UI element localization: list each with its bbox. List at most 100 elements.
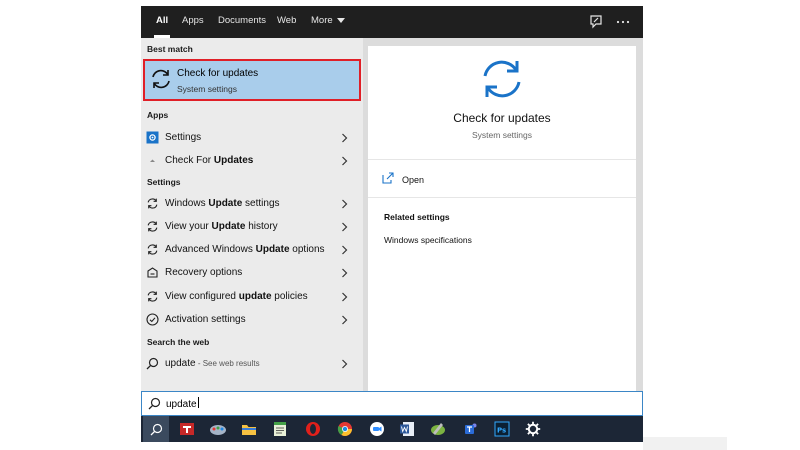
search-input[interactable]: update <box>166 397 199 410</box>
search-scope-bar: All Apps Documents Web More <box>141 6 643 38</box>
list-item-recovery-options[interactable]: Recovery options <box>141 262 363 284</box>
app-icon <box>431 423 445 435</box>
taskbar-word[interactable] <box>396 419 418 439</box>
chevron-right-icon[interactable] <box>341 359 348 369</box>
sync-icon <box>152 69 170 89</box>
taskbar-app-red[interactable] <box>176 419 198 439</box>
tab-more-label: More <box>311 15 333 26</box>
label-highlight: update <box>238 291 272 302</box>
feedback-icon[interactable] <box>588 14 604 30</box>
best-match-subtitle: System settings <box>177 84 237 94</box>
related-settings-heading: Related settings <box>384 212 450 222</box>
opera-icon <box>306 422 320 436</box>
label-highlight: Update <box>211 221 246 232</box>
sync-icon <box>147 244 158 255</box>
divider <box>368 197 636 198</box>
chevron-right-icon[interactable] <box>341 245 348 255</box>
chevron-right-icon[interactable] <box>341 222 348 232</box>
open-label: Open <box>402 175 425 185</box>
label-text: Activation settings <box>165 314 246 325</box>
photoshop-icon: Ps <box>494 421 510 437</box>
label-text: options <box>289 244 325 255</box>
list-item-update-history[interactable]: View your Update history <box>141 216 363 238</box>
taskbar-search-button[interactable] <box>143 416 169 442</box>
search-box[interactable]: update <box>141 391 643 416</box>
background-shadow <box>643 437 727 450</box>
list-item-label: Advanced Windows Update options <box>165 244 325 255</box>
taskbar-paint[interactable] <box>207 419 229 439</box>
chevron-right-icon[interactable] <box>341 133 348 143</box>
open-icon <box>382 172 394 184</box>
label-text: Recovery options <box>165 267 243 278</box>
list-item-label: View your Update history <box>165 221 278 232</box>
label-text: history <box>245 221 278 232</box>
taskbar-app[interactable] <box>427 419 449 439</box>
best-match-heading: Best match <box>147 44 193 54</box>
taskbar-file-explorer[interactable] <box>238 419 260 439</box>
label-text: Advanced Windows <box>165 244 256 255</box>
taskbar-notepad[interactable] <box>269 419 291 439</box>
settings-heading: Settings <box>147 177 181 187</box>
chevron-right-icon[interactable] <box>341 315 348 325</box>
tab-more[interactable]: More <box>311 6 345 38</box>
file-explorer-icon <box>242 425 256 435</box>
list-item-settings-app[interactable]: Settings <box>141 127 363 149</box>
sync-icon <box>147 291 158 302</box>
chevron-right-icon[interactable] <box>341 156 348 166</box>
apps-heading: Apps <box>147 110 169 120</box>
label-highlight: Updates <box>213 155 254 166</box>
notepad-icon <box>274 422 286 436</box>
list-item-activation-settings[interactable]: Activation settings <box>141 309 363 331</box>
sync-icon <box>483 60 521 98</box>
paint-icon <box>210 425 226 435</box>
taskbar-chrome[interactable] <box>334 419 356 439</box>
related-link-windows-specifications[interactable]: Windows specifications <box>384 235 472 245</box>
tab-documents[interactable]: Documents <box>218 6 266 38</box>
tab-web[interactable]: Web <box>277 6 296 38</box>
chevron-right-icon[interactable] <box>341 268 348 278</box>
taskbar-photoshop[interactable]: Ps <box>491 419 513 439</box>
label-highlight: Update <box>208 198 243 209</box>
list-item-web-search[interactable]: update - See web results <box>141 353 363 375</box>
list-item-label: Check For Updates <box>165 155 253 166</box>
divider <box>368 159 636 160</box>
text-caret <box>197 397 199 408</box>
search-icon <box>146 357 159 370</box>
list-item-label: update - See web results <box>165 358 260 369</box>
app-icon <box>150 159 155 162</box>
web-query: update <box>165 358 196 369</box>
taskbar-zoom[interactable] <box>366 419 388 439</box>
chevron-right-icon[interactable] <box>341 199 348 209</box>
taskbar-settings[interactable] <box>522 419 544 439</box>
web-results-hint: - See web results <box>195 359 260 368</box>
sync-icon <box>147 198 158 209</box>
preview-pane: Check for updates System settings Open R… <box>368 46 636 391</box>
label-text: settings <box>242 198 280 209</box>
taskbar-teams[interactable] <box>460 419 482 439</box>
list-item-update-policies[interactable]: View configured update policies <box>141 286 363 308</box>
list-item-advanced-update-options[interactable]: Advanced Windows Update options <box>141 239 363 261</box>
tab-all[interactable]: All <box>153 6 171 38</box>
chevron-right-icon[interactable] <box>341 292 348 302</box>
app-red-icon <box>180 423 194 435</box>
taskbar-opera[interactable] <box>302 419 324 439</box>
list-item-windows-update-settings[interactable]: Windows Update settings <box>141 193 363 215</box>
list-item-label: Settings <box>165 132 202 143</box>
preview-title: Check for updates <box>453 111 551 125</box>
best-match-item[interactable]: Check for updates System settings <box>143 59 361 101</box>
settings-icon <box>525 421 541 437</box>
search-the-web-heading: Search the web <box>147 337 210 347</box>
chrome-icon <box>337 422 352 436</box>
tab-apps[interactable]: Apps <box>182 6 204 38</box>
svg-text:Ps: Ps <box>497 427 506 435</box>
label-text: Check For <box>165 155 214 166</box>
label-highlight: Update <box>255 244 290 255</box>
sync-icon <box>147 221 158 232</box>
list-item-check-for-updates-app[interactable]: Check For Updates <box>141 150 363 172</box>
more-options-icon[interactable] <box>615 14 631 30</box>
check-circle-icon <box>146 313 159 326</box>
list-item-label: Activation settings <box>165 314 246 325</box>
teams-icon <box>465 423 477 434</box>
settings-app-icon <box>146 131 159 144</box>
label-text: Windows <box>165 198 209 209</box>
